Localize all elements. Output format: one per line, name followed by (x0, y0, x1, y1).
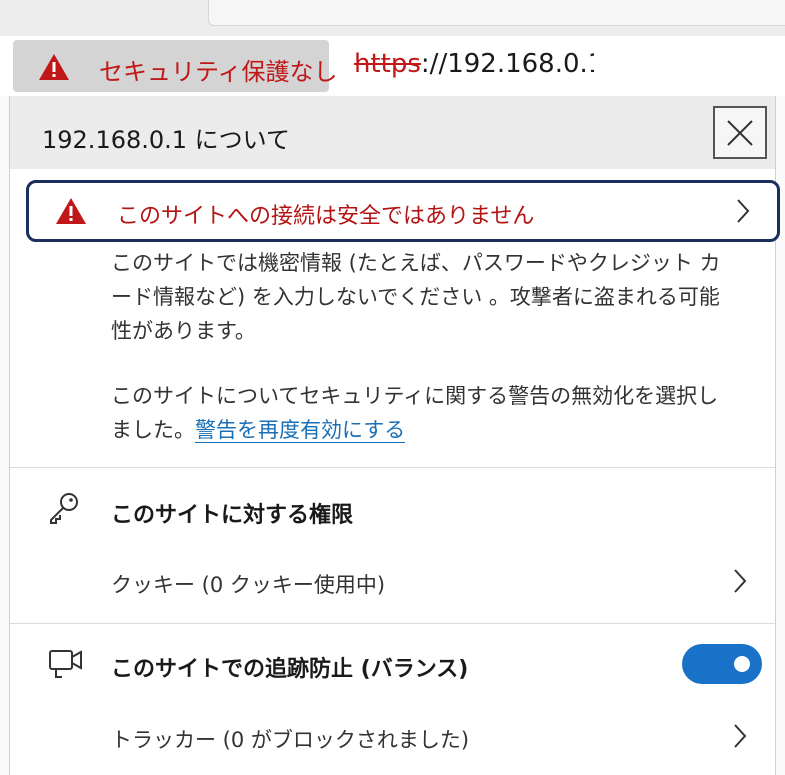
warnings-disabled-text: このサイトについてセキュリティに関する警告の無効化を選択しました。警告を再度有効… (111, 379, 721, 447)
browser-window: セキュリティ保護なし https://192.168.0.1 192.168.0… (0, 0, 785, 775)
panel-header: 192.168.0.1 について (10, 96, 775, 169)
connection-status-label: このサイトへの接続は安全ではありません (117, 204, 535, 229)
connection-security-row[interactable]: このサイトへの接続は安全ではありません (26, 180, 780, 242)
warning-icon (39, 54, 69, 80)
close-button[interactable] (713, 106, 767, 159)
panel-title: 192.168.0.1 について (42, 126, 290, 154)
tab-strip (0, 0, 785, 36)
divider (10, 467, 775, 468)
cookies-label: クッキー (0 クッキー使用中) (111, 573, 386, 597)
tracking-camera-icon (49, 650, 82, 678)
url-host: ://192.168.0.1 (420, 49, 594, 79)
url-field[interactable]: https://192.168.0.1 (354, 49, 594, 79)
key-icon (50, 493, 78, 524)
close-icon (727, 120, 753, 146)
connection-description: このサイトでは機密情報 (たとえば、パスワードやクレジット カード情報など) を… (111, 251, 721, 343)
url-scheme: https (354, 49, 421, 79)
tracking-prevention-toggle[interactable] (682, 644, 762, 684)
chevron-right-icon (734, 724, 747, 748)
security-status-button[interactable]: セキュリティ保護なし (13, 40, 338, 92)
address-bar: セキュリティ保護なし https://192.168.0.1 (0, 36, 785, 96)
permissions-title: このサイトに対する権限 (111, 503, 354, 528)
warning-icon (56, 198, 86, 224)
chevron-right-icon (737, 199, 750, 223)
trackers-label: トラッカー (0 がブロックされました) (111, 728, 470, 752)
tracking-prevention-title: このサイトでの追跡防止 (バランス) (111, 657, 469, 682)
site-info-panel: 192.168.0.1 について このサイトへの接続は安全ではありません このサ… (9, 96, 780, 775)
browser-tab[interactable] (208, 0, 785, 26)
reenable-warnings-link[interactable]: 警告を再度有効にする (195, 418, 406, 443)
chevron-right-icon (734, 569, 747, 593)
security-status-label: セキュリティ保護なし (99, 58, 338, 86)
toggle-knob (734, 656, 750, 672)
divider (10, 623, 775, 624)
